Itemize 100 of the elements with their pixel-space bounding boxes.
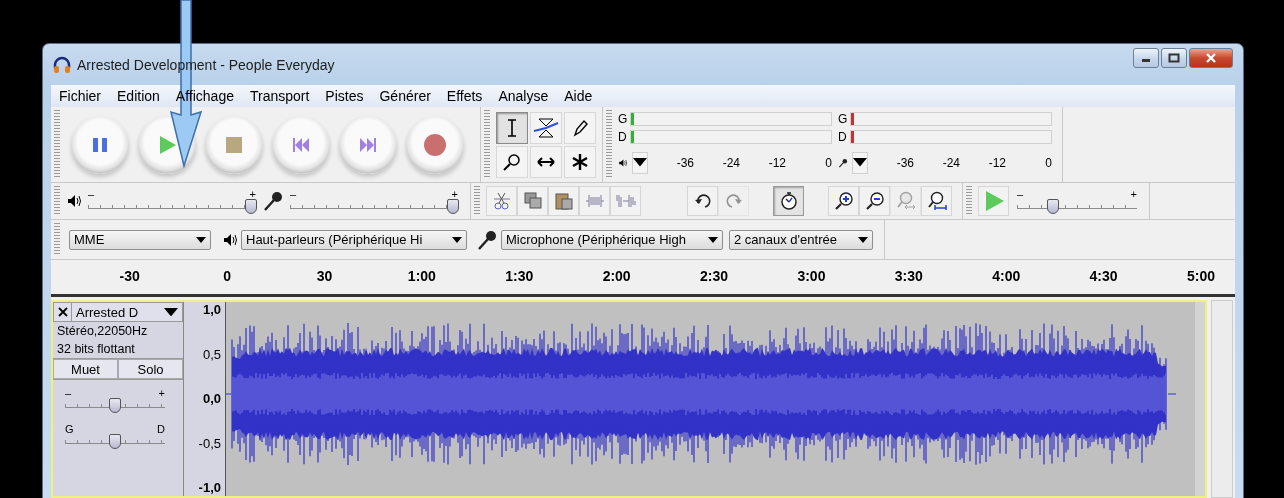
meter-scale-label: -36: [895, 155, 914, 170]
axis-label: 0,0: [202, 391, 221, 406]
zoom-fit-icon: [895, 191, 916, 211]
menu-item[interactable]: Aide: [556, 88, 601, 104]
window-title: Arrested Development - People Everyday: [77, 56, 336, 73]
close-button[interactable]: [1189, 47, 1233, 68]
menu-item[interactable]: Effets: [438, 88, 491, 104]
menu-item[interactable]: Edition: [109, 88, 168, 104]
slider-thumb[interactable]: [1047, 199, 1059, 214]
input-device-dropdown[interactable]: Microphone (Périphérique High: [501, 229, 723, 250]
copy-icon: [522, 191, 543, 211]
slider-thumb[interactable]: [109, 434, 121, 449]
slider-label: +: [158, 388, 165, 398]
zoom-in-button[interactable]: [828, 186, 859, 216]
fit-project-button[interactable]: [921, 186, 952, 216]
skip-to-start-button[interactable]: [271, 115, 330, 174]
caret-icon: [632, 158, 647, 167]
input-channels-dropdown[interactable]: 2 canaux d'entrée: [729, 229, 873, 250]
menu-item[interactable]: Transport: [241, 88, 318, 104]
meter-menu-button[interactable]: [631, 151, 648, 174]
magnifier-icon: [502, 151, 522, 172]
zoom-out-button[interactable]: [859, 186, 890, 216]
caret-icon: [708, 236, 718, 243]
meter-scale-label: -12: [987, 155, 1006, 170]
vertical-scrollbar[interactable]: [1211, 300, 1233, 498]
menu-item[interactable]: Pistes: [317, 88, 372, 104]
toolbar-grip[interactable]: [54, 223, 60, 256]
axis-label: -0,5: [198, 435, 221, 451]
envelope-tool-icon: [533, 117, 559, 138]
record-icon: [422, 132, 447, 157]
track-format: Stéréo,22050Hz: [57, 324, 149, 338]
axis-label: -1,0: [198, 480, 221, 495]
meter-scale-label: 0: [1044, 155, 1052, 170]
meter-scale-label: -36: [675, 155, 694, 170]
ruler-label: -30: [118, 267, 141, 284]
slider-label: –: [1017, 189, 1024, 199]
channel-label: G: [838, 111, 849, 126]
meter-scale-label: -12: [767, 155, 786, 170]
toolbar-grip[interactable]: [474, 186, 480, 216]
caret-icon: [853, 158, 867, 167]
sync-button[interactable]: [773, 186, 804, 216]
caret-icon: [196, 236, 206, 243]
slider-label: D: [157, 424, 165, 434]
timeshift-tool-button[interactable]: [530, 145, 562, 178]
draw-tool-button[interactable]: [564, 111, 596, 144]
stop-button[interactable]: [204, 115, 263, 174]
menu-item[interactable]: Générer: [371, 88, 439, 104]
menu-item[interactable]: Fichier: [51, 88, 109, 104]
close-icon: [1205, 52, 1217, 63]
ruler-label: 2:30: [699, 267, 730, 284]
channel-label: G: [618, 111, 629, 126]
ruler-label: 3:30: [893, 267, 924, 284]
envelope-tool-button[interactable]: [530, 111, 562, 144]
zoom-tool-button[interactable]: [496, 145, 528, 178]
toolbar-grip[interactable]: [484, 110, 490, 179]
skip-to-end-button[interactable]: [338, 115, 397, 174]
caret-icon: [452, 236, 462, 243]
caret-icon: [164, 307, 178, 317]
toolbar-grip[interactable]: [606, 110, 612, 179]
slider-label: +: [451, 189, 458, 199]
track-toggle-button[interactable]: Solo: [118, 359, 183, 379]
ruler-label: 5:00: [1185, 267, 1216, 284]
headphones-icon: [53, 55, 71, 74]
toolbar-grip[interactable]: [54, 110, 60, 179]
close-icon: [57, 307, 68, 317]
stopwatch-icon: [778, 191, 799, 211]
menu-item[interactable]: Analyse: [490, 88, 557, 104]
host-dropdown[interactable]: MME: [69, 229, 211, 250]
meter-menu-button[interactable]: [852, 151, 868, 174]
pause-button[interactable]: [70, 115, 129, 174]
copy-button[interactable]: [517, 186, 548, 216]
track-toggle-button[interactable]: Muet: [53, 359, 118, 379]
slider-label: –: [65, 388, 72, 398]
paste-button[interactable]: [548, 186, 579, 216]
ruler-label: 30: [315, 267, 334, 284]
ruler-label: 4:00: [991, 267, 1022, 284]
meter-scale-label: -24: [721, 155, 740, 170]
maximize-button[interactable]: [1161, 47, 1187, 68]
ruler-label: 1:30: [504, 267, 535, 284]
toolbar-grip[interactable]: [966, 186, 972, 216]
track-menu-button[interactable]: Arrested D: [72, 303, 182, 321]
record-button[interactable]: [405, 115, 464, 174]
ruler-label: 4:30: [1088, 267, 1119, 284]
stop-icon: [223, 134, 244, 155]
toolbar-grip[interactable]: [54, 186, 60, 216]
slider-thumb[interactable]: [446, 199, 459, 214]
output-device-dropdown[interactable]: Haut-parleurs (Périphérique Hi: [241, 229, 467, 250]
multi-tool-button[interactable]: [564, 145, 596, 178]
minimize-button[interactable]: [1133, 47, 1159, 68]
slider-label: –: [88, 189, 95, 199]
slider-label: –: [290, 189, 297, 199]
slider-label: G: [65, 424, 74, 434]
maximize-icon: [1168, 52, 1180, 63]
cut-button[interactable]: [486, 186, 517, 216]
undo-button[interactable]: [687, 186, 718, 216]
slider-thumb[interactable]: [244, 199, 257, 214]
zoom-out-icon: [864, 191, 885, 211]
selection-tool-button[interactable]: [496, 111, 528, 144]
meter-scale-label: 0: [824, 155, 832, 170]
slider-thumb[interactable]: [109, 398, 121, 413]
